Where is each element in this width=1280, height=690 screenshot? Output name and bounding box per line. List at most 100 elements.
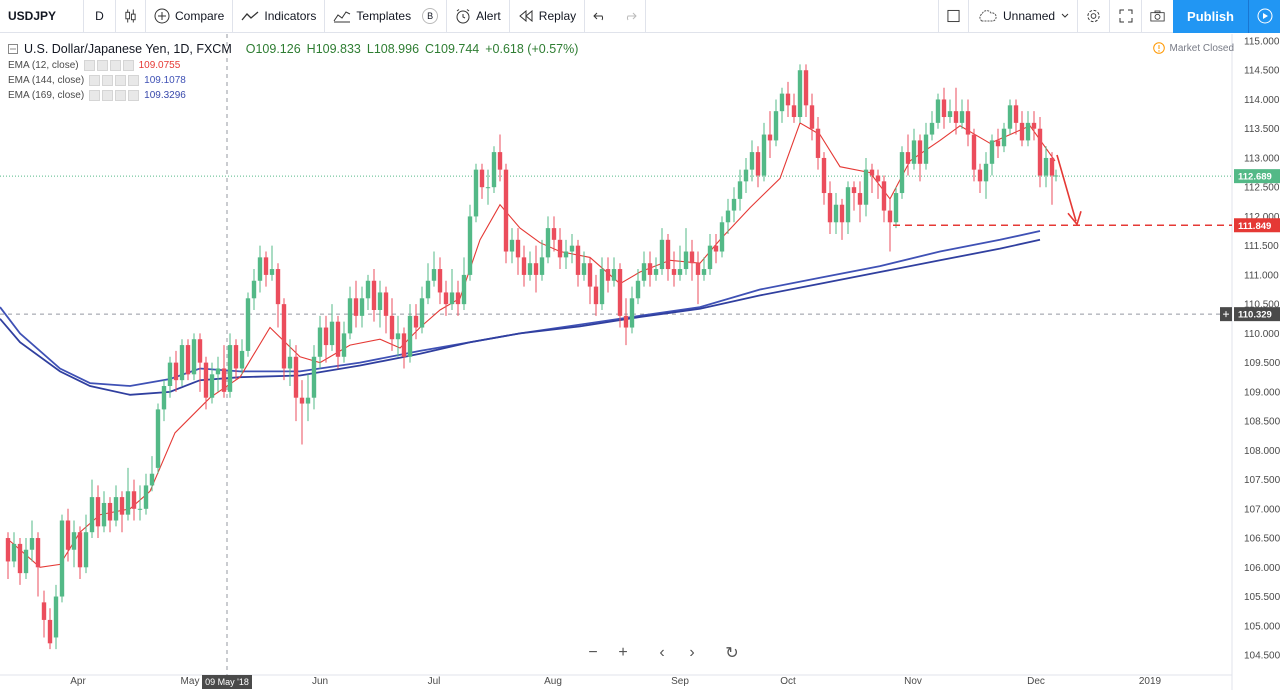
time-tick-label: Oct bbox=[780, 676, 796, 687]
collapse-icon[interactable] bbox=[8, 44, 18, 54]
indicators-label: Indicators bbox=[264, 9, 317, 23]
candle-body bbox=[515, 239, 521, 258]
indicator-value: 109.3296 bbox=[144, 90, 186, 101]
symbol-search[interactable]: USDJPY bbox=[0, 0, 84, 33]
candle-body bbox=[863, 169, 869, 205]
market-status: Market Closed bbox=[1152, 42, 1234, 54]
candle-body bbox=[1013, 105, 1019, 123]
candle-body bbox=[953, 111, 959, 123]
candle-body bbox=[155, 409, 161, 468]
candle-body bbox=[959, 111, 965, 123]
publish-button[interactable]: Publish bbox=[1173, 0, 1248, 33]
candle-body bbox=[653, 269, 659, 275]
candle-body bbox=[203, 362, 209, 398]
candle-body bbox=[335, 321, 341, 357]
candle-body bbox=[275, 269, 281, 305]
chevron-down-icon bbox=[1061, 13, 1069, 18]
candle-body bbox=[677, 269, 683, 275]
ohlc-low: L108.996 bbox=[366, 42, 420, 56]
fullscreen-button[interactable] bbox=[1109, 0, 1141, 33]
indicator-controls[interactable] bbox=[83, 60, 134, 71]
candle-body bbox=[371, 280, 377, 310]
replay-button[interactable]: Replay bbox=[510, 0, 586, 33]
indicator-value: 109.1078 bbox=[144, 75, 186, 86]
ema-line bbox=[9, 122, 1056, 568]
candle-body bbox=[635, 280, 641, 299]
candle-body bbox=[65, 520, 71, 550]
candle-body bbox=[197, 339, 203, 363]
indicator-row-ema169[interactable]: EMA (169, close) 109.3296 bbox=[8, 90, 578, 101]
price-chart[interactable]: 115.000 114.500 114.000 113.500 113.000 112.5… bbox=[0, 34, 1280, 690]
alarm-clock-icon bbox=[456, 9, 470, 24]
symbol-label: USDJPY bbox=[8, 9, 57, 23]
indicator-value: 109.0755 bbox=[138, 60, 181, 71]
fullscreen-select-button[interactable] bbox=[938, 0, 968, 33]
indicator-row-ema144[interactable]: EMA (144, close) 109.1078 bbox=[8, 75, 578, 86]
candle-body bbox=[119, 497, 125, 515]
snapshot-button[interactable] bbox=[1141, 0, 1173, 33]
candle-body bbox=[473, 169, 479, 217]
candle-body bbox=[617, 269, 623, 316]
candle-body bbox=[323, 327, 329, 346]
candle-body bbox=[665, 239, 671, 270]
play-button[interactable] bbox=[1248, 0, 1280, 33]
target-price-tag: 111.849 bbox=[1238, 221, 1271, 232]
candle-body bbox=[287, 356, 293, 369]
time-tick-label: Aug bbox=[544, 676, 562, 687]
compare-button[interactable]: Compare bbox=[146, 0, 234, 33]
candle-body bbox=[443, 292, 449, 305]
time-tick-label: Apr bbox=[70, 676, 86, 687]
chart-style-button[interactable] bbox=[116, 0, 146, 33]
candle-body bbox=[881, 181, 887, 211]
indicator-controls[interactable] bbox=[89, 75, 140, 86]
price-tick-label: 104.500 bbox=[1244, 651, 1280, 662]
zoom-out-button[interactable]: − bbox=[581, 641, 605, 665]
candle-body bbox=[95, 497, 101, 527]
indicator-row-ema12[interactable]: EMA (12, close) 109.0755 bbox=[8, 60, 578, 71]
candle-body bbox=[1025, 122, 1031, 141]
layout-name-button[interactable]: Unnamed bbox=[968, 0, 1077, 33]
undo-button[interactable] bbox=[585, 0, 615, 33]
plus-circle-icon bbox=[154, 8, 170, 24]
candle-body bbox=[1007, 105, 1013, 129]
indicators-button[interactable]: Indicators bbox=[233, 0, 326, 33]
cloud-icon bbox=[979, 10, 997, 22]
candle-body bbox=[569, 245, 575, 252]
candle-body bbox=[743, 169, 749, 182]
candle-body bbox=[191, 339, 197, 375]
candle-body bbox=[977, 169, 983, 182]
candle-body bbox=[173, 362, 179, 381]
reset-chart-button[interactable]: ↻ bbox=[720, 641, 744, 665]
price-tick-label: 110.000 bbox=[1244, 329, 1280, 340]
candle-body bbox=[485, 187, 491, 189]
ema-line bbox=[0, 238, 1041, 396]
compare-label: Compare bbox=[175, 9, 225, 23]
chart-area[interactable]: 115.000 114.500 114.000 113.500 113.000 112.5… bbox=[0, 34, 1280, 690]
indicator-controls[interactable] bbox=[89, 90, 140, 101]
price-tick-label: 114.500 bbox=[1244, 66, 1280, 77]
alert-button[interactable]: Alert bbox=[447, 0, 510, 33]
scroll-left-button[interactable]: ‹ bbox=[650, 641, 674, 665]
candle-body bbox=[611, 269, 617, 281]
candle-body bbox=[875, 175, 881, 182]
candle-body bbox=[377, 292, 383, 310]
candle-body bbox=[887, 210, 893, 223]
settings-button[interactable] bbox=[1077, 0, 1109, 33]
candle-body bbox=[773, 111, 779, 141]
interval-button[interactable]: D bbox=[84, 0, 116, 33]
candle-body bbox=[5, 538, 11, 562]
candle-body bbox=[455, 292, 461, 305]
candle-body bbox=[359, 298, 365, 316]
candle-body bbox=[437, 269, 443, 293]
templates-button[interactable]: Templates B bbox=[325, 0, 448, 33]
candle-body bbox=[113, 497, 119, 521]
scroll-right-button[interactable]: › bbox=[680, 641, 704, 665]
zoom-in-button[interactable]: + bbox=[611, 641, 635, 665]
time-tick-label: Sep bbox=[671, 676, 689, 687]
candle-body bbox=[353, 298, 359, 316]
candle-body bbox=[107, 502, 113, 521]
candle-body bbox=[845, 187, 851, 223]
redo-button[interactable] bbox=[615, 0, 647, 33]
scroll-controls: ‹ › bbox=[650, 641, 704, 665]
candle-body bbox=[491, 152, 497, 188]
